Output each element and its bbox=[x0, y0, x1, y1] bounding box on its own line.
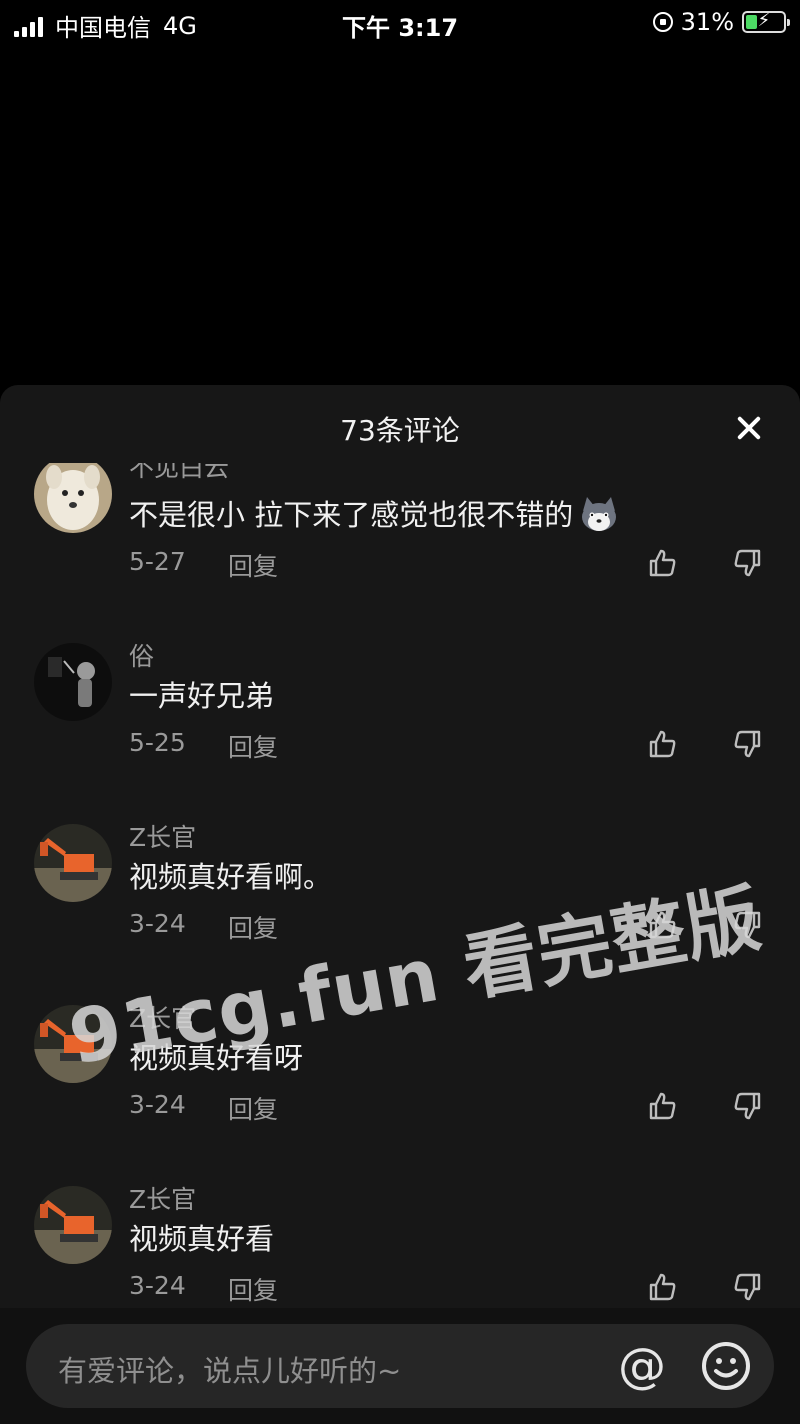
comment-item: Z长官 视频真好看啊。 3-24 回复 bbox=[0, 810, 800, 990]
husky-emoji-icon bbox=[579, 495, 619, 540]
like-icon[interactable] bbox=[647, 1272, 677, 1302]
reply-button[interactable]: 回复 bbox=[228, 909, 278, 945]
comment-username[interactable]: Z长官 bbox=[129, 999, 196, 1035]
mention-at-icon[interactable]: @ bbox=[618, 1338, 666, 1394]
like-icon[interactable] bbox=[647, 1091, 677, 1121]
comment-item: 俗 一声好兄弟 5-25 回复 bbox=[0, 629, 800, 809]
avatar[interactable] bbox=[34, 463, 112, 533]
comment-text: 不是很小 拉下来了感觉也很不错的 bbox=[129, 492, 619, 540]
battery-icon: ⚡ bbox=[742, 10, 790, 33]
comment-username[interactable]: Z长官 bbox=[129, 818, 196, 854]
comment-input-bar: 有爱评论，说点儿好听的~ @ bbox=[0, 1308, 800, 1424]
comment-text: 视频真好看 bbox=[129, 1222, 275, 1256]
comment-text: 视频真好看啊。 bbox=[129, 860, 333, 894]
comment-text-content: 不是很小 拉下来了感觉也很不错的 bbox=[129, 498, 574, 532]
comment-item: 不见白云 不是很小 拉下来了感觉也很不错的 5-27 回复 bbox=[0, 463, 800, 628]
avatar[interactable] bbox=[34, 1005, 112, 1083]
reply-button[interactable]: 回复 bbox=[228, 1090, 278, 1126]
comment-username[interactable]: 不见白云 bbox=[129, 463, 229, 484]
status-bar: 中国电信 4G 下午 3:17 31% ⚡ bbox=[0, 0, 800, 44]
status-right: 31% ⚡ bbox=[652, 8, 790, 36]
avatar[interactable] bbox=[34, 1186, 112, 1264]
charging-bolt-icon: ⚡ bbox=[757, 10, 771, 31]
dislike-icon[interactable] bbox=[733, 1272, 763, 1302]
comment-input-placeholder: 有爱评论，说点儿好听的~ bbox=[58, 1354, 402, 1388]
comment-item: Z长官 视频真好看呀 3-24 回复 bbox=[0, 991, 800, 1171]
dislike-icon[interactable] bbox=[733, 1091, 763, 1121]
comment-sheet: 73条评论 不见白云 不是很小 拉下来了感觉也很不错的 5-27 回复 俗 一声… bbox=[0, 385, 800, 1424]
rotation-lock-icon bbox=[652, 12, 673, 32]
like-icon[interactable] bbox=[647, 729, 677, 759]
comment-username[interactable]: Z长官 bbox=[129, 1180, 196, 1216]
reply-button[interactable]: 回复 bbox=[228, 1271, 278, 1307]
comment-text: 一声好兄弟 bbox=[129, 679, 275, 713]
comment-item: Z长官 视频真好看 3-24 回复 bbox=[0, 1172, 800, 1308]
comment-list[interactable]: 不见白云 不是很小 拉下来了感觉也很不错的 5-27 回复 俗 一声好兄弟 5-… bbox=[0, 463, 800, 1308]
comment-input[interactable]: 有爱评论，说点儿好听的~ @ bbox=[26, 1324, 774, 1408]
comment-date: 3-24 bbox=[129, 1271, 186, 1300]
dislike-icon[interactable] bbox=[733, 548, 763, 578]
comment-date: 3-24 bbox=[129, 1090, 186, 1119]
dislike-icon[interactable] bbox=[733, 729, 763, 759]
comment-date: 5-27 bbox=[129, 547, 186, 576]
avatar[interactable] bbox=[34, 643, 112, 721]
battery-percent: 31% bbox=[680, 8, 734, 36]
close-icon[interactable] bbox=[732, 411, 766, 445]
like-icon[interactable] bbox=[647, 548, 677, 578]
avatar[interactable] bbox=[34, 824, 112, 902]
emoji-smile-icon[interactable] bbox=[700, 1340, 752, 1392]
like-icon[interactable] bbox=[647, 910, 677, 940]
comment-date: 5-25 bbox=[129, 728, 186, 757]
dislike-icon[interactable] bbox=[733, 910, 763, 940]
reply-button[interactable]: 回复 bbox=[228, 547, 278, 583]
comment-username[interactable]: 俗 bbox=[129, 637, 154, 673]
comment-text: 视频真好看呀 bbox=[129, 1041, 304, 1075]
reply-button[interactable]: 回复 bbox=[228, 728, 278, 764]
comment-date: 3-24 bbox=[129, 909, 186, 938]
comment-count-title: 73条评论 bbox=[340, 414, 460, 447]
